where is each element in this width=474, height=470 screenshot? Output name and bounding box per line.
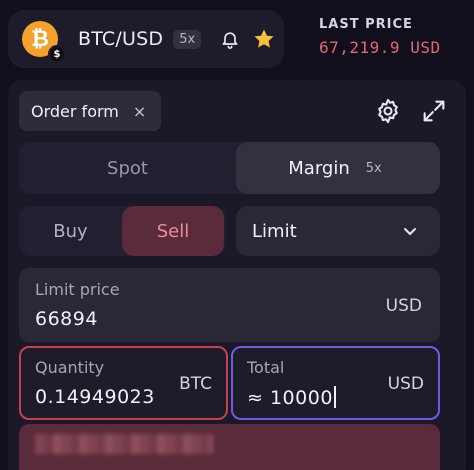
total-field[interactable]: Total ≈ 10000 USD (231, 346, 440, 420)
last-price-label: LAST PRICE (319, 17, 413, 32)
quantity-unit: BTC (179, 374, 212, 394)
chevron-down-icon (404, 228, 416, 235)
margin-leverage-badge: 5x (359, 158, 388, 178)
order-type-value: Limit (252, 220, 297, 242)
limit-price-unit: USD (385, 296, 422, 316)
buy-label: Buy (53, 220, 88, 242)
tab-spot-label: Spot (107, 157, 148, 179)
pair-quote: USD (122, 28, 164, 50)
bitcoin-symbol: ₿ (31, 27, 49, 52)
bitcoin-icon: ₿ $ (22, 21, 66, 63)
order-form-tab-label: Order form (31, 101, 119, 121)
close-icon[interactable]: × (133, 102, 146, 121)
expand-icon[interactable] (420, 97, 448, 125)
tab-spot[interactable]: Spot (19, 142, 236, 194)
order-form-tab[interactable]: Order form × (19, 91, 161, 131)
bell-icon[interactable] (220, 29, 240, 49)
buy-button[interactable]: Buy (19, 206, 122, 256)
sell-button[interactable]: Sell (122, 206, 224, 256)
total-input-value: ≈ 10000 (247, 387, 333, 409)
sell-label: Sell (156, 220, 190, 242)
tab-margin[interactable]: Margin 5x (236, 142, 440, 194)
gear-icon[interactable] (374, 97, 402, 125)
quantity-field[interactable]: Quantity 0.14949023 BTC (19, 346, 228, 420)
total-unit: USD (387, 374, 424, 394)
total-input[interactable]: ≈ 10000 (247, 386, 336, 409)
submit-order-button[interactable] (19, 424, 440, 470)
text-caret (333, 386, 336, 408)
limit-price-field[interactable]: Limit price 66894 USD (19, 268, 440, 342)
ticker-pill[interactable]: ₿ $ BTC/USD 5x (8, 10, 284, 68)
order-type-select[interactable]: Limit (236, 206, 440, 256)
pair-base: BTC (78, 28, 116, 50)
dollar-symbol: $ (53, 48, 61, 60)
total-label: Total (247, 358, 285, 377)
last-price-value: 67,219.9 USD (319, 38, 441, 57)
limit-price-input[interactable]: 66894 (35, 308, 98, 330)
dollar-badge-icon: $ (48, 45, 66, 63)
star-icon[interactable] (252, 27, 276, 51)
quantity-label: Quantity (35, 358, 105, 377)
blurred-button-label (35, 434, 213, 454)
tab-margin-label: Margin (288, 157, 350, 179)
limit-price-label: Limit price (35, 280, 120, 299)
trading-pair: BTC/USD (78, 28, 163, 50)
leverage-badge: 5x (173, 29, 202, 49)
quantity-input[interactable]: 0.14949023 (35, 386, 155, 408)
